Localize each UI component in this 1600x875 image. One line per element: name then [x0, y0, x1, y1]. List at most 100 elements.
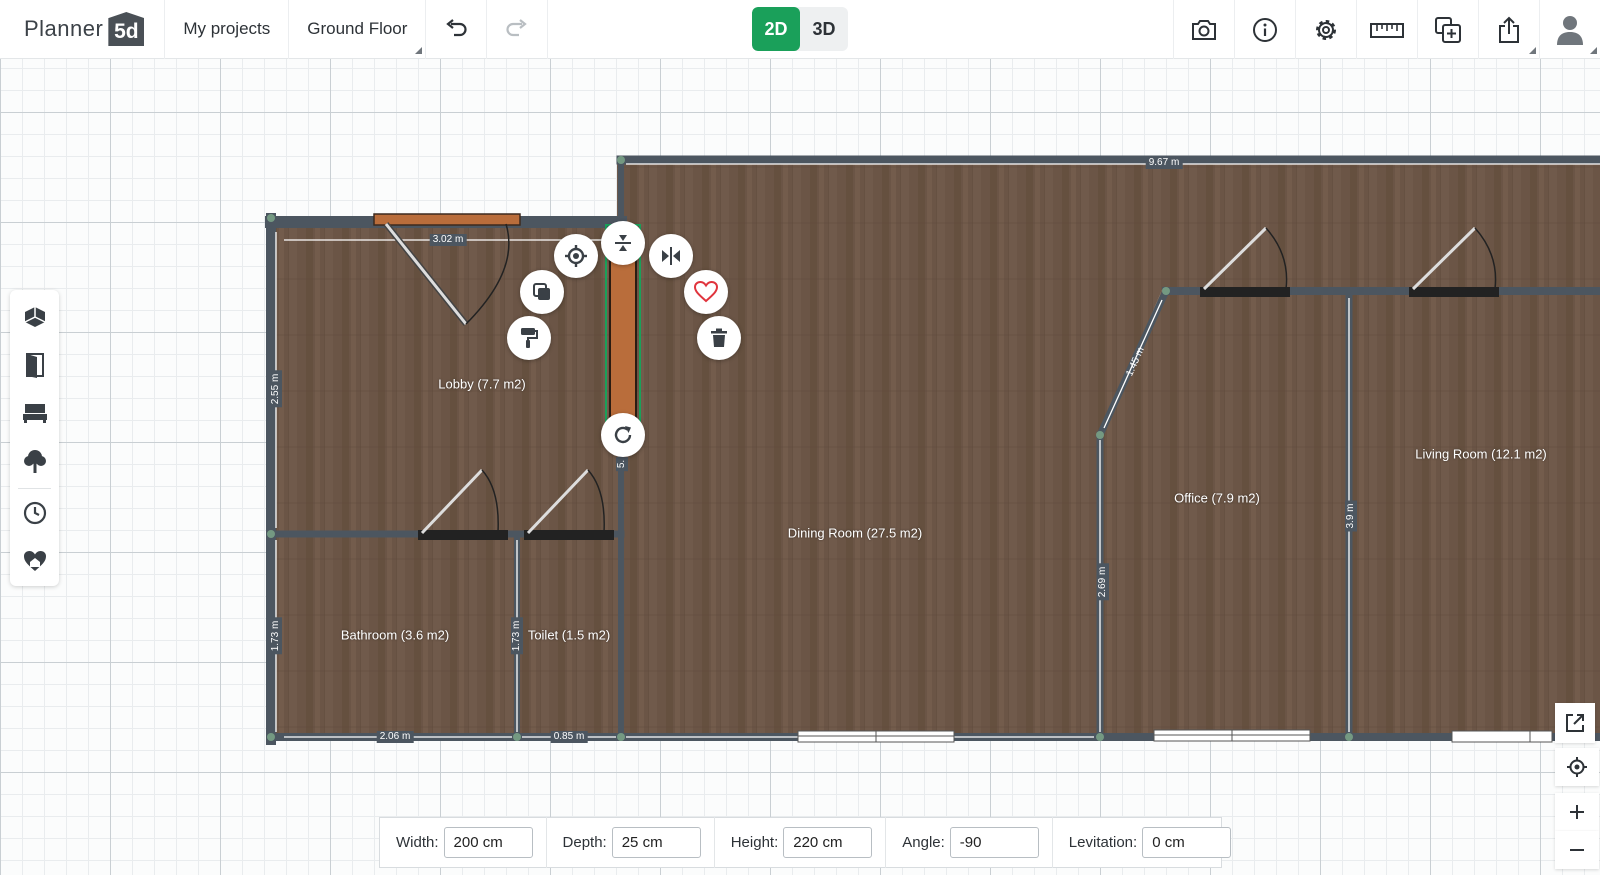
center-button[interactable]	[554, 234, 598, 278]
delete-trash-icon	[711, 328, 727, 347]
settings-icon	[1316, 19, 1336, 40]
rotate-button[interactable]	[601, 413, 645, 457]
room-floors	[275, 160, 1600, 737]
depth-property: Depth:	[547, 817, 715, 868]
history-icon	[23, 501, 46, 525]
dimension-label: 1.73 m	[511, 617, 523, 655]
plants-button[interactable]	[10, 438, 59, 484]
dimension-label: 1.73 m	[270, 617, 282, 655]
room-label-toilet[interactable]: Toilet (1.5 m2)	[528, 628, 610, 643]
doors-windows-icon	[25, 353, 44, 378]
user-avatar-icon	[1557, 15, 1583, 45]
undo-button[interactable]	[426, 0, 488, 59]
dimension-label: 0.85 m	[550, 731, 588, 743]
height-property: Height:	[715, 817, 887, 868]
width-input[interactable]	[443, 827, 533, 858]
height-label: Height:	[730, 834, 779, 851]
logo-text: Planner	[24, 16, 104, 41]
settings-button[interactable]	[1295, 0, 1356, 59]
favorite-heart-icon	[694, 281, 718, 303]
locate-icon	[1567, 757, 1587, 777]
dimension-label: 2.06 m	[376, 731, 414, 743]
horizontal-flip-button[interactable]	[649, 234, 693, 278]
ruler-icon	[1370, 22, 1404, 38]
expand-icon	[1566, 714, 1584, 732]
dimension-label: 2.55 m	[270, 370, 282, 408]
zoom-out-icon	[1570, 849, 1584, 851]
floor-selector[interactable]: Ground Floor	[289, 0, 427, 59]
dimension-label: 3.9 m	[1345, 500, 1357, 532]
angle-property: Angle:	[886, 817, 1053, 868]
delete-button[interactable]	[697, 316, 741, 360]
left-toolbar	[10, 290, 59, 586]
dropdown-corner-icon	[1590, 47, 1597, 54]
floor-plan-canvas[interactable]: Lobby (7.7 m2) Bathroom (3.6 m2) Toilet …	[0, 0, 1600, 875]
levitation-input[interactable]	[1142, 827, 1232, 858]
user-menu-button[interactable]	[1539, 0, 1600, 59]
app-logo[interactable]: Planner 5d	[0, 0, 166, 59]
redo-button[interactable]	[487, 0, 549, 59]
add-floor-button[interactable]	[1417, 0, 1478, 59]
favorites-button[interactable]	[10, 538, 59, 584]
depth-input[interactable]	[611, 827, 701, 858]
room-label-living-room[interactable]: Living Room (12.1 m2)	[1415, 447, 1547, 462]
room-label-bathroom[interactable]: Bathroom (3.6 m2)	[341, 628, 449, 643]
angle-label: Angle:	[902, 834, 945, 851]
properties-bar: Width: Depth: Height: Angle: Levitation:	[379, 817, 1232, 868]
fullscreen-button[interactable]	[1555, 703, 1595, 743]
locate-button[interactable]	[1555, 748, 1599, 786]
dropdown-corner-icon	[415, 46, 423, 54]
undo-icon	[446, 19, 467, 37]
room-label-dining-room[interactable]: Dining Room (27.5 m2)	[788, 526, 922, 541]
center-icon	[565, 245, 587, 267]
paint-button[interactable]	[507, 316, 551, 360]
zoom-in-button[interactable]	[1555, 793, 1599, 831]
history-button[interactable]	[10, 490, 59, 536]
favorites-icon	[23, 551, 46, 571]
camera-icon	[1192, 19, 1216, 40]
zoom-in-icon	[1570, 805, 1584, 819]
furniture-icon	[22, 404, 47, 423]
dimension-label: 3.02 m	[429, 234, 467, 246]
view-mode-toggle: 2D 3D	[752, 7, 848, 51]
room-label-office[interactable]: Office (7.9 m2)	[1174, 491, 1260, 506]
redo-icon	[506, 19, 528, 37]
construction-icon	[24, 307, 45, 327]
angle-input[interactable]	[949, 827, 1039, 858]
plants-icon	[23, 450, 46, 473]
paint-roller-icon	[521, 328, 538, 348]
dimension-label: 2.69 m	[1097, 563, 1109, 601]
favorite-button[interactable]	[684, 270, 728, 314]
view-2d-button[interactable]: 2D	[752, 7, 800, 51]
info-button[interactable]	[1234, 0, 1295, 59]
vertical-flip-button[interactable]	[601, 221, 645, 265]
info-icon	[1253, 17, 1277, 42]
width-property: Width:	[380, 817, 547, 868]
width-label: Width:	[396, 834, 439, 851]
share-button[interactable]	[1478, 0, 1539, 59]
levitation-property: Levitation:	[1053, 817, 1244, 868]
vertical-flip-icon	[615, 235, 631, 251]
floor-selector-label: Ground Floor	[307, 19, 408, 38]
zoom-out-button[interactable]	[1555, 831, 1599, 869]
room-label-lobby[interactable]: Lobby (7.7 m2)	[438, 377, 525, 392]
furniture-button[interactable]	[10, 390, 59, 436]
floor-plan-drawing	[265, 155, 1600, 745]
top-right-tools	[1173, 0, 1600, 59]
logo-badge: 5d	[108, 12, 145, 46]
toolbar-separator	[18, 488, 51, 489]
rotate-icon	[614, 426, 632, 444]
view-3d-button[interactable]: 3D	[800, 7, 848, 51]
construction-button[interactable]	[10, 294, 59, 340]
snapshot-button[interactable]	[1173, 0, 1234, 59]
dropdown-corner-icon	[1529, 47, 1536, 54]
doors-windows-button[interactable]	[10, 342, 59, 388]
ruler-button[interactable]	[1356, 0, 1417, 59]
duplicate-button[interactable]	[520, 270, 564, 314]
height-input[interactable]	[783, 827, 873, 858]
dimension-label: 5.	[616, 456, 628, 472]
top-bar: Planner 5d My projects Ground Floor 2D 3…	[0, 0, 1600, 59]
my-projects-button[interactable]: My projects	[165, 0, 290, 59]
duplicate-icon	[533, 283, 550, 300]
horizontal-flip-icon	[662, 247, 680, 265]
